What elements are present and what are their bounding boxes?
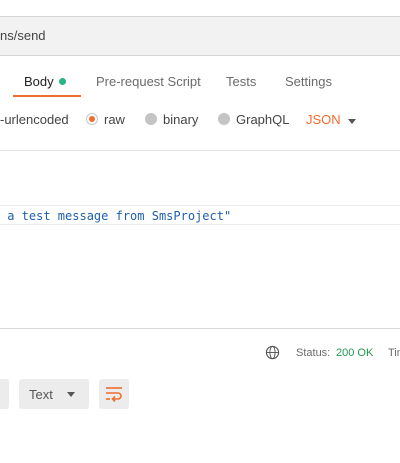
active-tab-underline (13, 95, 81, 97)
tab-tests[interactable]: Tests (226, 74, 256, 89)
option-graphql[interactable]: GraphQL (236, 112, 289, 127)
radio-graphql[interactable] (218, 113, 230, 125)
option-raw[interactable]: raw (104, 112, 125, 127)
option-binary[interactable]: binary (163, 112, 198, 127)
body-type-options: -urlencoded raw binary GraphQL JSON (0, 108, 400, 132)
response-view-button[interactable] (0, 379, 9, 409)
tab-settings[interactable]: Settings (285, 74, 332, 89)
chevron-down-icon[interactable] (348, 119, 356, 124)
body-indicator-dot (58, 78, 66, 86)
option-urlencoded[interactable]: -urlencoded (0, 112, 69, 127)
request-url-text[interactable]: ns/send (0, 28, 46, 43)
request-url-bar[interactable]: ns/send (0, 16, 400, 56)
editor-active-line[interactable]: a test message from SmsProject" (0, 205, 400, 225)
response-status-bar: Status: 200 OK Tim (0, 343, 400, 363)
editor-divider (0, 150, 400, 151)
status-label: Status: (296, 347, 331, 359)
globe-icon[interactable] (265, 345, 280, 363)
response-format-select[interactable]: Text (19, 379, 89, 409)
format-select-json[interactable]: JSON (306, 112, 341, 127)
tab-pre-request-script[interactable]: Pre-request Script (96, 74, 201, 89)
time-label: Tim (388, 347, 400, 359)
editor-bottom-divider (0, 328, 400, 329)
response-toolbar: Text (0, 379, 400, 409)
radio-raw[interactable] (86, 113, 98, 125)
radio-binary[interactable] (145, 113, 157, 125)
response-format-label: Text (29, 387, 53, 402)
wrap-lines-icon (106, 387, 122, 402)
tab-body-label: Body (24, 74, 54, 89)
tab-body[interactable]: Body (24, 74, 66, 89)
request-tabs: Body Pre-request Script Tests Settings (0, 72, 400, 100)
code-line: a test message from SmsProject" (0, 209, 232, 223)
chevron-down-icon (67, 392, 75, 397)
wrap-lines-button[interactable] (99, 379, 129, 409)
status-value[interactable]: 200 OK (336, 347, 373, 359)
